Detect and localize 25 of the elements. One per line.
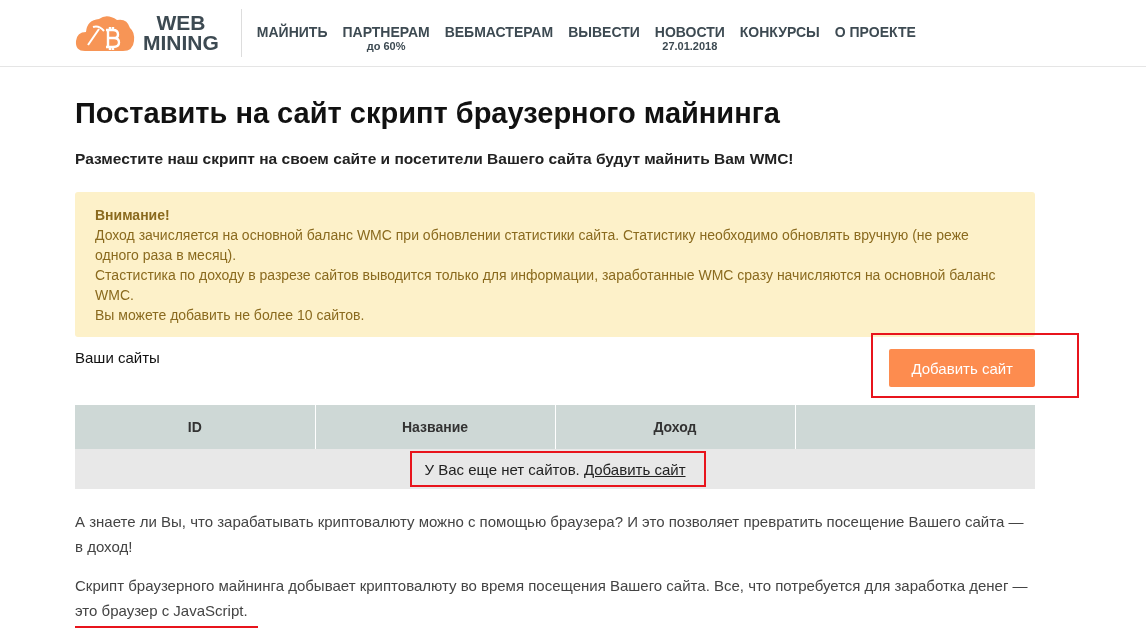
empty-message: У Вас еще нет сайтов. [424,460,581,478]
nav-caption: 27.01.2018 [662,40,718,52]
nav-link[interactable]: НОВОСТИ [654,24,725,40]
notice-text: Доход зачисляется на основной баланс WMC при обновлении статистики сайта. Статистику необходимо обновлять вручную (не реже одного раза в месяц). [95,226,970,265]
logo-icon [75,13,135,53]
section-label: Ваши сайты [75,349,160,366]
nav-link[interactable]: О ПРОЕКТЕ [834,24,916,40]
nav-caption: до 60% [366,40,406,52]
notice-text: Стастистика по доходу в разрезе сайтов выводится только для информации, заработанные WMC сразу начисляются на основной баланс WMC. [95,266,997,305]
page-subtitle: Разместите наш скрипт на своем сайте и посетители Вашего сайта будут майнить Вам WMC! [75,150,795,168]
nav-link[interactable]: КОНКУРСЫ [739,24,820,40]
notice-text: Вы можете добавить не более 10 сайтов. [95,306,366,325]
column-header: Доход [555,405,795,449]
notice-heading: Внимание! [95,206,171,225]
nav-link[interactable]: ВЫВЕСТИ [568,24,640,40]
logo-text: WEB MINING [143,13,219,53]
add-site-link[interactable]: Добавить сайт [583,460,686,478]
nav-link[interactable]: ВЕБМАСТЕРАМ [444,24,554,40]
nav-link[interactable]: ПАРТНЕРАМ [342,24,430,40]
page-title: Поставить на сайт скрипт браузерного майнинга [75,97,781,130]
nav-link[interactable]: МАЙНИТЬ [256,24,328,40]
body-paragraph: А знаете ли Вы, что зарабатывать криптовалюту можно с помощью браузера? И это позволяет превратить посещение Вашего сайта — в доход! [75,512,1025,557]
column-header: Название [315,405,555,449]
column-header: ID [75,405,315,449]
body-paragraph: Скрипт браузерного майнинга добывает криптовалюту во время посещения Вашего сайта. Все, что потребуется для заработка денег — это браузер с JavaScript. [75,573,1035,623]
